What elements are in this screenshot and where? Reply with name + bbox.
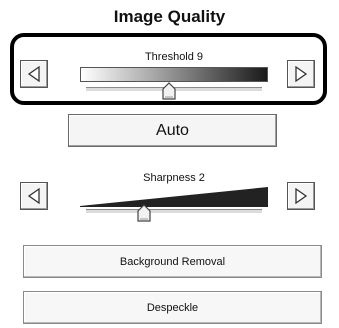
image-quality-panel: Image Quality Threshold 9 Auto Sharpness…: [0, 0, 339, 328]
triangle-left-icon: [27, 66, 40, 82]
sharpness-slider-thumb[interactable]: [137, 204, 151, 222]
sharpness-wedge-indicator: [80, 187, 268, 207]
panel-title: Image Quality: [113, 7, 226, 26]
threshold-gradient-bar: [80, 67, 268, 82]
sharpness-decrease-button[interactable]: [20, 182, 48, 210]
sharpness-increase-button[interactable]: [287, 182, 315, 210]
threshold-decrease-button[interactable]: [20, 60, 48, 88]
despeckle-button[interactable]: Despeckle: [23, 291, 322, 324]
threshold-increase-button[interactable]: [287, 60, 315, 88]
sharpness-label: Sharpness 2: [143, 172, 205, 184]
auto-button[interactable]: Auto: [68, 114, 277, 147]
triangle-left-icon: [27, 188, 40, 204]
background-removal-button[interactable]: Background Removal: [23, 245, 322, 278]
sharpness-slider-track[interactable]: [86, 209, 262, 214]
triangle-right-icon: [295, 188, 308, 204]
triangle-right-icon: [295, 66, 308, 82]
threshold-label: Threshold 9: [144, 51, 204, 63]
threshold-slider-thumb[interactable]: [162, 82, 176, 100]
